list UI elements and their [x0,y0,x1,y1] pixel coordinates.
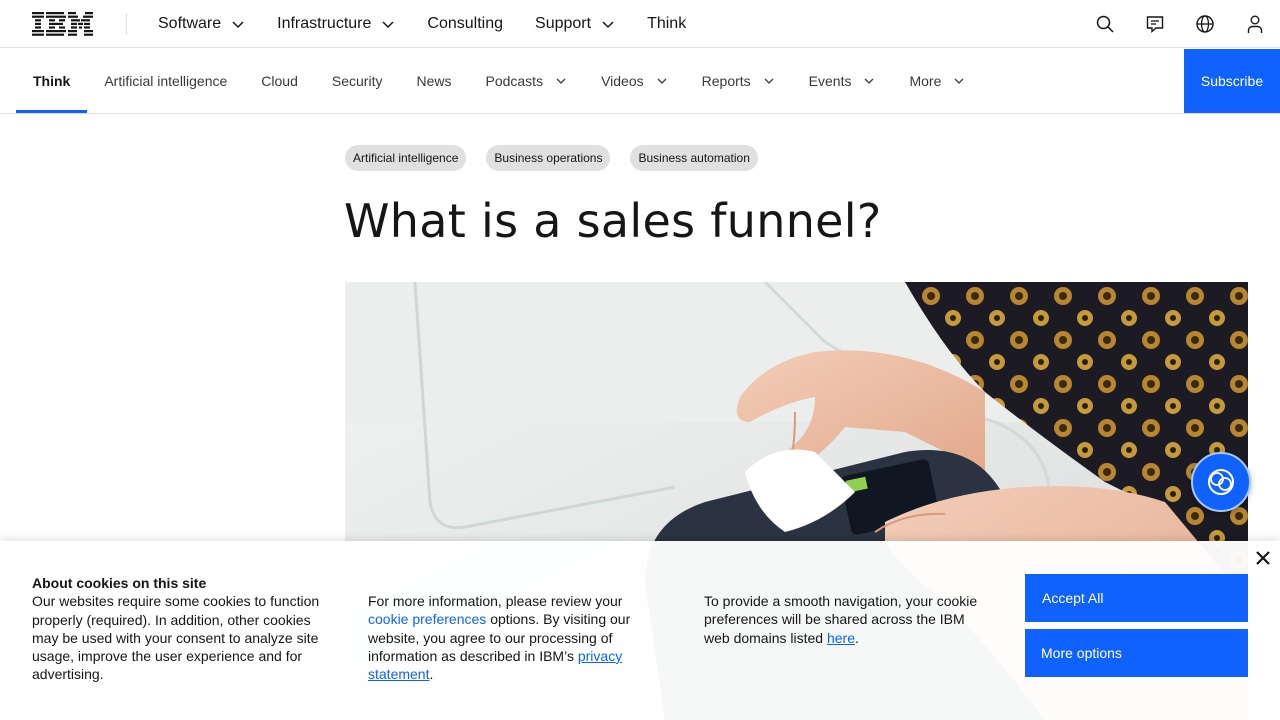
subnav-item-label: Cloud [261,73,298,89]
nav-software[interactable]: Software [142,0,261,48]
subnav-item-label: Videos [601,73,644,89]
chevron-down-icon [382,21,394,29]
chevron-down-icon [232,21,244,29]
search-icon [1096,15,1114,33]
think-subnav: Think Artificial intelligence Cloud Secu… [0,49,1280,114]
nav-support-label: Support [535,15,592,32]
subnav-item-artificial-intelligence[interactable]: Artificial intelligence [87,49,244,113]
nav-software-label: Software [158,15,222,32]
globe-icon [1196,15,1214,33]
close-icon[interactable] [1252,547,1274,569]
language-button[interactable] [1180,0,1230,48]
subnav-item-podcasts[interactable]: Podcasts [468,49,584,113]
tag-artificial-intelligence[interactable]: Artificial intelligence [345,145,467,171]
more-options-button[interactable]: More options [1025,629,1248,677]
cookie-info-end: . [429,666,434,683]
nav-support[interactable]: Support [519,0,631,48]
nav-infrastructure-label: Infrastructure [277,15,372,32]
article-tags: Artificial intelligence Business operati… [345,145,778,171]
subnav-item-videos[interactable]: Videos [584,49,685,113]
nav-infrastructure[interactable]: Infrastructure [261,0,411,48]
chevron-down-icon [556,78,566,84]
accept-all-button[interactable]: Accept All [1025,574,1248,622]
subnav-item-news[interactable]: News [399,49,468,113]
masthead-divider [126,13,127,35]
profile-button[interactable] [1230,0,1280,48]
cookie-banner: About cookies on this site Our websites … [0,541,1280,720]
subnav-item-label: Reports [701,73,751,89]
subnav-item-label: More [909,73,942,89]
contact-button[interactable] [1130,0,1180,48]
cookie-intro-text: Our websites require some cookies to fun… [32,593,320,683]
tag-business-automation[interactable]: Business automation [630,145,758,171]
masthead: Software Infrastructure Consulting Suppo… [0,0,1280,48]
subscribe-button[interactable]: Subscribe [1184,49,1280,113]
nav-think[interactable]: Think [631,0,702,48]
cookie-heading: About cookies on this site [32,575,207,591]
page-title: What is a sales funnel? [344,194,882,248]
subnav-item-label: Podcasts [485,73,544,89]
subnav-item-label: Artificial intelligence [104,73,228,89]
user-icon [1247,15,1263,33]
subnav-item-label: News [416,73,452,89]
search-button[interactable] [1080,0,1130,48]
subnav-item-label: Events [808,73,852,89]
nav-consulting[interactable]: Consulting [411,0,519,48]
masthead-icons [1080,0,1280,48]
ibm-logo[interactable] [32,12,94,36]
cookie-info-text: For more information, please review your [368,593,623,609]
chevron-down-icon [764,78,774,84]
cookie-intro: About cookies on this site Our websites … [32,574,332,684]
cookie-info: For more information, please review your… [368,592,658,683]
assistant-icon [1208,469,1234,495]
chevron-down-icon [865,78,874,84]
chevron-down-icon [657,78,667,84]
cookie-preferences-link[interactable]: cookie preferences [368,611,486,627]
subnav-item-label: Think [33,73,71,89]
subnav-item-security[interactable]: Security [315,49,400,113]
chat-icon [1146,16,1164,34]
masthead-nav: Software Infrastructure Consulting Suppo… [142,0,702,48]
domains-here-link[interactable]: here [827,630,855,646]
subnav-item-cloud[interactable]: Cloud [244,49,315,113]
chevron-down-icon [954,78,964,84]
subnav-item-label: Security [331,73,383,89]
chat-assistant-button[interactable] [1191,452,1251,512]
subnav-item-more[interactable]: More [892,49,982,113]
subnav-item-reports[interactable]: Reports [685,49,792,113]
subnav-item-think[interactable]: Think [16,49,88,113]
cookie-domains-end: . [854,629,859,646]
subnav-item-events[interactable]: Events [792,49,893,113]
subnav-items: Think Artificial intelligence Cloud Secu… [16,49,982,113]
nav-think-label: Think [647,15,687,32]
chevron-down-icon [602,21,614,29]
nav-consulting-label: Consulting [427,15,504,32]
cookie-domains: To provide a smooth navigation, your coo… [704,592,984,647]
tag-business-operations[interactable]: Business operations [486,145,611,171]
